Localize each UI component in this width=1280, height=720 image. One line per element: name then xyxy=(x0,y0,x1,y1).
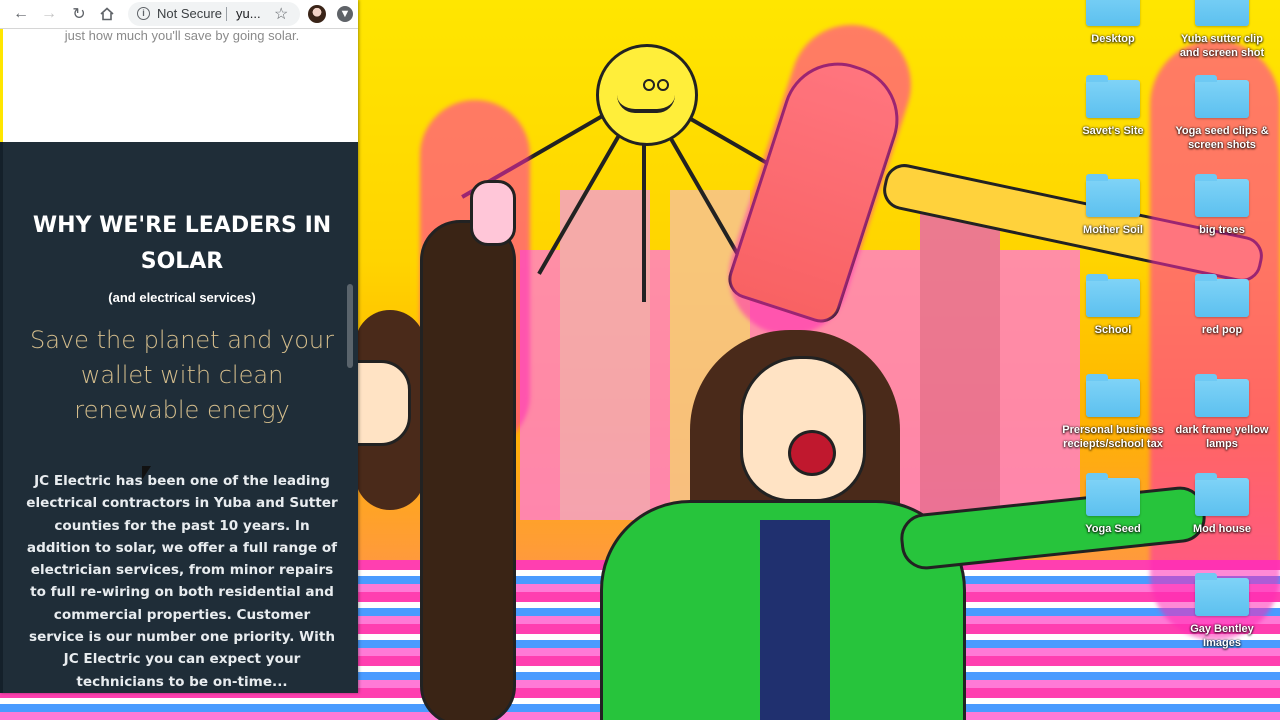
folder-icon xyxy=(1086,75,1140,118)
mouse-cursor-icon xyxy=(142,466,151,480)
folder-icon xyxy=(1086,374,1140,417)
section-subhead: (and electrical services) xyxy=(108,290,256,305)
wallpaper-hand xyxy=(470,180,516,246)
reload-button[interactable]: ↻ xyxy=(69,4,89,24)
wallpaper-person-face xyxy=(740,356,866,502)
folder-label: Mod house xyxy=(1192,523,1252,535)
folder-label: dark frame yellow lamps xyxy=(1175,424,1269,450)
browser-toolbar: ← → ↻ i Not Secure yu... ☆ ▼ xyxy=(0,0,358,29)
folder-label: Yuba sutter clip and screen shot xyxy=(1179,33,1265,59)
leaders-section: WHY WE'RE LEADERS IN SOLAR (and electric… xyxy=(0,142,358,693)
page-scrollbar[interactable] xyxy=(347,284,353,368)
folder-icon xyxy=(1195,274,1249,317)
folder-icon xyxy=(1195,75,1249,118)
home-icon xyxy=(100,7,114,21)
folder-label: Desktop xyxy=(1091,33,1135,45)
forward-button[interactable]: → xyxy=(39,4,59,24)
desktop-folder-personal-business[interactable]: Prersonal business reciepts/school tax xyxy=(1061,374,1165,451)
folder-label: red pop xyxy=(1201,324,1243,336)
section-body: JC Electric has been one of the leading … xyxy=(26,473,338,690)
sun-smile xyxy=(617,95,675,113)
desktop-folder-yoga-seed-clips[interactable]: Yoga seed clips & screen shots xyxy=(1170,75,1274,152)
bookmark-star-icon[interactable]: ☆ xyxy=(274,4,288,24)
profile-avatar[interactable] xyxy=(308,5,326,23)
arrow-right-icon: → xyxy=(41,5,57,22)
address-bar[interactable]: i Not Secure yu... ☆ xyxy=(128,2,300,26)
folder-label: Gay Bentley Images xyxy=(1190,623,1254,649)
desktop-folder-yoga-seed[interactable]: Yoga Seed xyxy=(1061,473,1165,536)
extension-icon[interactable]: ▼ xyxy=(337,6,353,22)
desktop-folder-school[interactable]: School xyxy=(1061,274,1165,337)
security-label[interactable]: Not Secure xyxy=(157,6,222,21)
section-tagline: Save the planet and your wallet with cle… xyxy=(30,326,334,424)
desktop-folder-yuba-sutter-clip[interactable]: Yuba sutter clip and screen shot xyxy=(1170,0,1274,60)
desktop-folder-mother-soil[interactable]: Mother Soil xyxy=(1061,174,1165,237)
folder-label: Yoga Seed xyxy=(1085,523,1141,535)
web-page: just how much you'll save by going solar… xyxy=(0,29,358,693)
reload-icon: ↻ xyxy=(72,6,86,23)
arrow-left-icon: ← xyxy=(13,5,29,22)
desktop-folder-gay-bentley-images[interactable]: Gay Bentley Images xyxy=(1170,573,1274,650)
folder-icon xyxy=(1086,0,1140,26)
intro-text: just how much you'll save by going solar… xyxy=(64,29,300,43)
folder-label: Yoga seed clips & screen shots xyxy=(1175,125,1269,151)
folder-icon xyxy=(1086,473,1140,516)
folder-icon xyxy=(1195,374,1249,417)
desktop-folder-desktop[interactable]: Desktop xyxy=(1061,0,1165,46)
home-button[interactable] xyxy=(97,4,117,24)
sun-eye xyxy=(643,79,655,91)
section-headline: WHY WE'RE LEADERS IN SOLAR xyxy=(32,213,332,274)
desktop-folder-mod-house[interactable]: Mod house xyxy=(1170,473,1274,536)
desktop-folder-big-trees[interactable]: big trees xyxy=(1170,174,1274,237)
sun-eye xyxy=(657,79,669,91)
desktop-folder-dark-frame-yellow-lamps[interactable]: dark frame yellow lamps xyxy=(1170,374,1274,451)
folder-label: Prersonal business reciepts/school tax xyxy=(1062,424,1164,450)
wallpaper-arm xyxy=(420,220,516,720)
folder-icon xyxy=(1195,174,1249,217)
wallpaper-sun xyxy=(596,44,698,146)
intro-section: just how much you'll save by going solar… xyxy=(0,29,358,142)
folder-label: Mother Soil xyxy=(1083,224,1143,236)
wallpaper-figure-face xyxy=(355,360,411,446)
folder-icon xyxy=(1195,573,1249,616)
folder-icon xyxy=(1086,174,1140,217)
wallpaper-person-shirt xyxy=(760,520,830,720)
folder-label: big trees xyxy=(1199,224,1245,236)
back-button[interactable]: ← xyxy=(11,4,31,24)
wallpaper-person-mouth xyxy=(788,430,836,476)
folder-icon xyxy=(1195,473,1249,516)
folder-icon xyxy=(1195,0,1249,26)
folder-label: Savet's Site xyxy=(1082,125,1144,137)
folder-label: School xyxy=(1094,324,1132,336)
address-divider xyxy=(226,7,227,21)
browser-window: ← → ↻ i Not Secure yu... ☆ ▼ just how mu… xyxy=(0,0,358,693)
info-icon[interactable]: i xyxy=(137,7,150,20)
folder-icon xyxy=(1086,274,1140,317)
desktop-folder-savets-site[interactable]: Savet's Site xyxy=(1061,75,1165,138)
desktop-folder-red-pop[interactable]: red pop xyxy=(1170,274,1274,337)
url-text[interactable]: yu... xyxy=(236,6,261,21)
